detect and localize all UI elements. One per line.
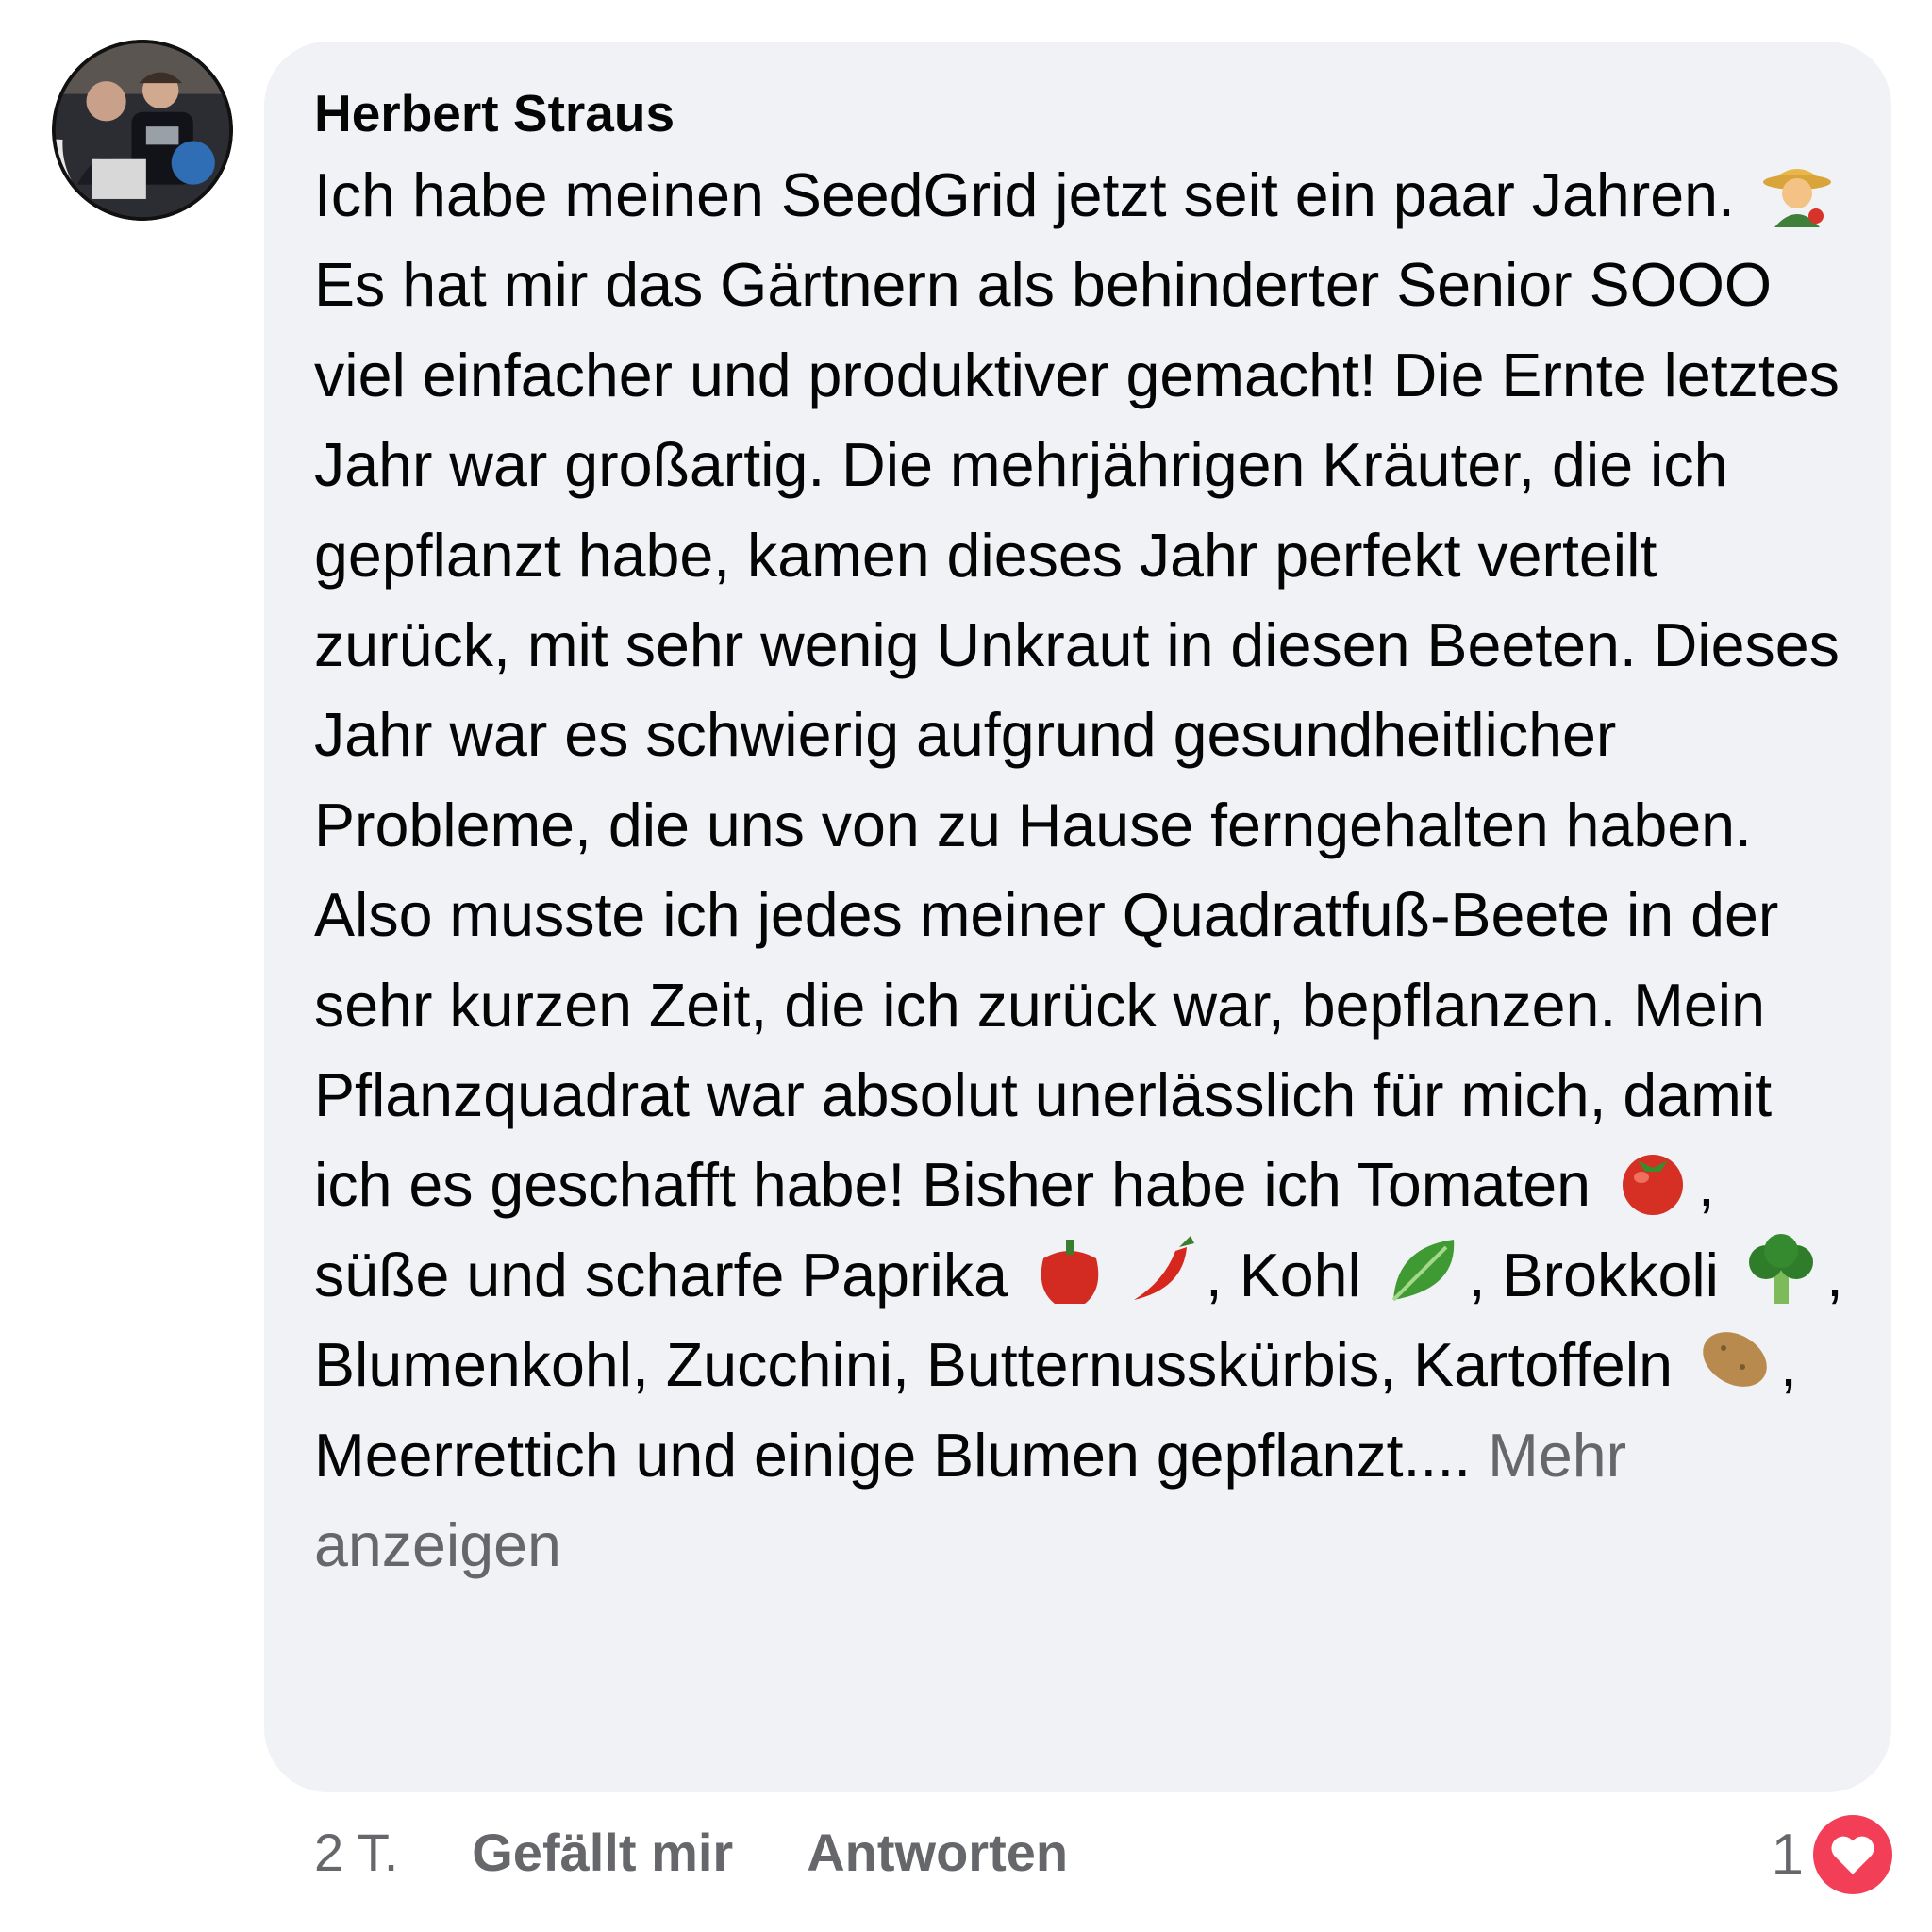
reply-button[interactable]: Antworten [807, 1822, 1068, 1883]
reaction-summary[interactable]: 1 [1772, 1807, 1898, 1902]
chili-pepper-icon [1119, 1232, 1202, 1307]
heart-icon [1807, 1809, 1898, 1900]
avatar[interactable] [52, 40, 233, 221]
farmer-icon [1756, 152, 1839, 227]
comment-bubble: Herbert Straus Ich habe meinen SeedGrid … [264, 42, 1891, 1792]
leafy-green-icon [1382, 1232, 1465, 1307]
author-name[interactable]: Herbert Straus [314, 77, 675, 149]
like-button[interactable]: Gefällt mir [472, 1822, 733, 1883]
broccoli-icon [1740, 1232, 1823, 1307]
reaction-count: 1 [1771, 1822, 1804, 1888]
potato-icon [1693, 1322, 1776, 1397]
timestamp[interactable]: 2 T. [314, 1822, 398, 1883]
bell-pepper-icon [1028, 1232, 1111, 1307]
comment-actions: 2 T. Gefällt mir Antworten [314, 1809, 1141, 1894]
comment-text: Ich habe meinen SeedGrid jetzt seit ein … [314, 151, 1854, 1591]
tomato-icon [1611, 1141, 1694, 1217]
